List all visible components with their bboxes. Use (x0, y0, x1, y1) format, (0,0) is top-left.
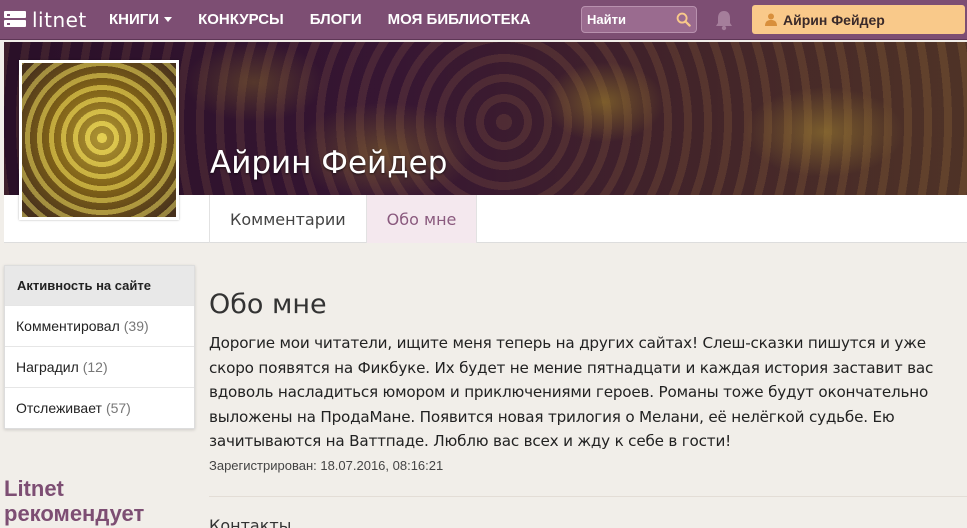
search-icon (676, 12, 691, 27)
contacts-heading: Контакты (209, 516, 292, 528)
nav-my-library[interactable]: МОЯ БИБЛИОТЕКА (375, 0, 544, 40)
logo-text: litnet (32, 7, 87, 32)
nav-contests-label: КОНКУРСЫ (198, 11, 284, 28)
nav-contests[interactable]: КОНКУРСЫ (185, 0, 297, 40)
sidebar-item-awarded[interactable]: Наградил (12) (5, 346, 194, 387)
section-divider (209, 496, 967, 497)
books-logo-icon (4, 9, 26, 31)
recommend-heading: Litnet рекомендует (4, 476, 145, 526)
sidebar-item-count: (39) (123, 318, 149, 334)
profile-avatar (19, 60, 179, 220)
activity-panel-title: Активность на сайте (5, 266, 194, 305)
activity-panel: Активность на сайте Комментировал (39) Н… (4, 265, 195, 429)
user-icon (765, 13, 777, 26)
sidebar-item-commented[interactable]: Комментировал (39) (5, 305, 194, 346)
search-box (581, 6, 697, 33)
nav-my-library-label: МОЯ БИБЛИОТЕКА (387, 11, 531, 28)
sidebar-item-count: (12) (82, 359, 108, 375)
sidebar-item-count: (57) (105, 400, 131, 416)
tab-comments[interactable]: Комментарии (209, 195, 366, 243)
about-heading: Обо мне (209, 289, 327, 320)
user-menu-button[interactable]: Айрин Фейдер (752, 5, 965, 34)
sidebar-item-label: Наградил (16, 359, 79, 375)
nav-books-label: КНИГИ (109, 11, 160, 28)
logo-link[interactable]: litnet (0, 0, 96, 40)
bell-icon (716, 11, 732, 31)
sidebar-item-label: Отслеживает (16, 400, 102, 416)
search-button[interactable] (670, 7, 696, 32)
tab-about[interactable]: Обо мне (365, 195, 478, 243)
nav-books[interactable]: КНИГИ (96, 0, 185, 40)
sidebar-item-following[interactable]: Отслеживает (57) (5, 387, 194, 428)
notifications-button[interactable] (713, 9, 735, 31)
caret-down-icon (164, 17, 173, 22)
nav-blogs-label: БЛОГИ (309, 11, 362, 28)
profile-name: Айрин Фейдер (210, 145, 448, 181)
sidebar-item-label: Комментировал (16, 318, 120, 334)
about-text: Дорогие мои читатели, ищите меня теперь … (209, 334, 934, 450)
search-input[interactable] (582, 12, 670, 27)
user-name: Айрин Фейдер (783, 11, 885, 28)
nav-blogs[interactable]: БЛОГИ (297, 0, 375, 40)
registration-date: Зарегистрирован: 18.07.2016, 08:16:21 (209, 458, 444, 473)
profile-tabs: Комментарии Обо мне (209, 195, 478, 243)
